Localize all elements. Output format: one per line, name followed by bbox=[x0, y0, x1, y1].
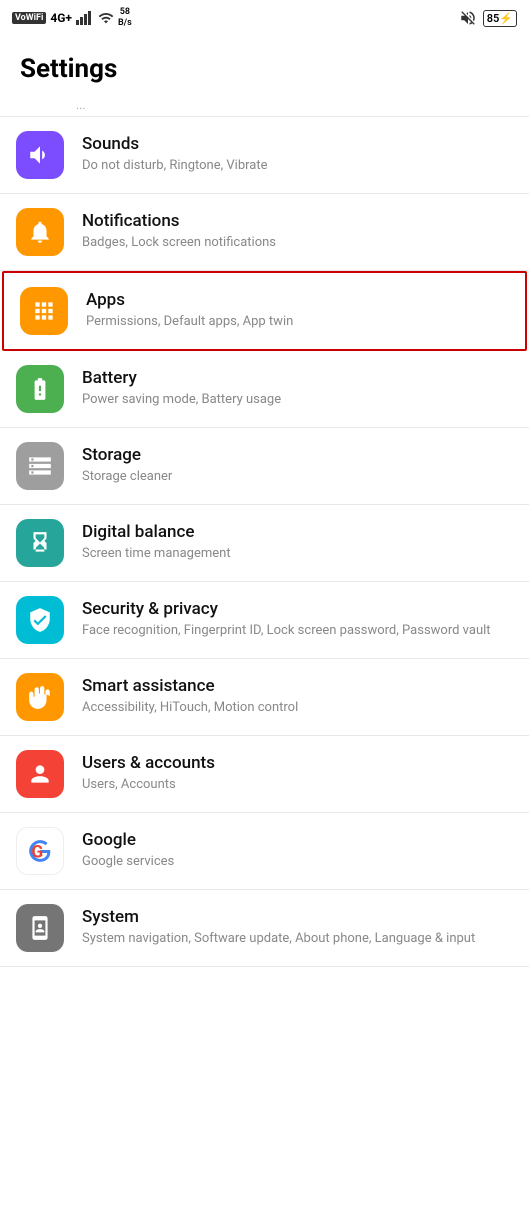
hourglass-icon bbox=[27, 530, 53, 556]
sounds-title: Sounds bbox=[82, 134, 513, 154]
sounds-text: Sounds Do not disturb, Ringtone, Vibrate bbox=[82, 134, 513, 175]
battery-icon bbox=[27, 376, 53, 402]
storage-text: Storage Storage cleaner bbox=[82, 445, 513, 486]
battery-indicator: 85 ⚡ bbox=[483, 10, 517, 27]
google-text: Google Google services bbox=[82, 830, 513, 871]
mute-icon bbox=[459, 9, 477, 27]
smart-assistance-title: Smart assistance bbox=[82, 676, 513, 696]
battery-text: Battery Power saving mode, Battery usage bbox=[82, 368, 513, 409]
battery-icon-wrapper bbox=[16, 365, 64, 413]
truncated-item: ... bbox=[0, 94, 529, 117]
settings-item-google[interactable]: G Google Google services bbox=[0, 813, 529, 890]
wifi-icon bbox=[98, 10, 114, 26]
system-subtitle: System navigation, Software update, Abou… bbox=[82, 930, 513, 948]
battery-title: Battery bbox=[82, 368, 513, 388]
apps-text: Apps Permissions, Default apps, App twin bbox=[86, 290, 509, 331]
person-icon bbox=[27, 761, 53, 787]
status-right: 85 ⚡ bbox=[459, 9, 517, 27]
signal-bars-icon bbox=[76, 10, 94, 26]
security-text: Security & privacy Face recognition, Fin… bbox=[82, 599, 513, 640]
notifications-text: Notifications Badges, Lock screen notifi… bbox=[82, 211, 513, 252]
sounds-icon-wrapper bbox=[16, 131, 64, 179]
smart-assistance-subtitle: Accessibility, HiTouch, Motion control bbox=[82, 699, 513, 717]
battery-subtitle: Power saving mode, Battery usage bbox=[82, 391, 513, 409]
hand-icon bbox=[27, 684, 53, 710]
google-subtitle: Google services bbox=[82, 853, 513, 871]
notifications-title: Notifications bbox=[82, 211, 513, 231]
bell-icon bbox=[27, 219, 53, 245]
storage-icon bbox=[27, 453, 53, 479]
digital-balance-title: Digital balance bbox=[82, 522, 513, 542]
storage-subtitle: Storage cleaner bbox=[82, 468, 513, 486]
google-title: Google bbox=[82, 830, 513, 850]
shield-icon bbox=[27, 607, 53, 633]
settings-item-users-accounts[interactable]: Users & accounts Users, Accounts bbox=[0, 736, 529, 813]
settings-item-digital-balance[interactable]: Digital balance Screen time management bbox=[0, 505, 529, 582]
settings-item-battery[interactable]: Battery Power saving mode, Battery usage bbox=[0, 351, 529, 428]
digital-balance-subtitle: Screen time management bbox=[82, 545, 513, 563]
smart-assistance-icon-wrapper bbox=[16, 673, 64, 721]
status-bar: VoWiFi 4G+ 58 B/s 85 ⚡ bbox=[0, 0, 529, 36]
users-icon-wrapper bbox=[16, 750, 64, 798]
settings-item-security[interactable]: Security & privacy Face recognition, Fin… bbox=[0, 582, 529, 659]
users-accounts-subtitle: Users, Accounts bbox=[82, 776, 513, 794]
status-left: VoWiFi 4G+ 58 B/s bbox=[12, 7, 132, 29]
signal-4g: 4G+ bbox=[50, 11, 72, 25]
google-icon-wrapper: G bbox=[16, 827, 64, 875]
security-icon-wrapper bbox=[16, 596, 64, 644]
settings-item-smart-assistance[interactable]: Smart assistance Accessibility, HiTouch,… bbox=[0, 659, 529, 736]
notifications-subtitle: Badges, Lock screen notifications bbox=[82, 234, 513, 252]
settings-list: Sounds Do not disturb, Ringtone, Vibrate… bbox=[0, 117, 529, 967]
apps-title: Apps bbox=[86, 290, 509, 310]
vowifi-label: VoWiFi bbox=[12, 12, 46, 24]
sounds-subtitle: Do not disturb, Ringtone, Vibrate bbox=[82, 157, 513, 175]
apps-subtitle: Permissions, Default apps, App twin bbox=[86, 313, 509, 331]
settings-item-system[interactable]: System System navigation, Software updat… bbox=[0, 890, 529, 967]
google-icon: G bbox=[27, 838, 53, 864]
digital-balance-icon-wrapper bbox=[16, 519, 64, 567]
settings-item-notifications[interactable]: Notifications Badges, Lock screen notifi… bbox=[0, 194, 529, 271]
security-subtitle: Face recognition, Fingerprint ID, Lock s… bbox=[82, 622, 513, 640]
volume-icon bbox=[27, 142, 53, 168]
storage-title: Storage bbox=[82, 445, 513, 465]
apps-icon-wrapper bbox=[20, 287, 68, 335]
settings-item-sounds[interactable]: Sounds Do not disturb, Ringtone, Vibrate bbox=[0, 117, 529, 194]
phone-info-icon bbox=[27, 915, 53, 941]
network-speed: 58 B/s bbox=[118, 7, 132, 29]
system-text: System System navigation, Software updat… bbox=[82, 907, 513, 948]
security-title: Security & privacy bbox=[82, 599, 513, 619]
notifications-icon-wrapper bbox=[16, 208, 64, 256]
system-icon-wrapper bbox=[16, 904, 64, 952]
storage-icon-wrapper bbox=[16, 442, 64, 490]
smart-assistance-text: Smart assistance Accessibility, HiTouch,… bbox=[82, 676, 513, 717]
digital-balance-text: Digital balance Screen time management bbox=[82, 522, 513, 563]
settings-item-apps[interactable]: Apps Permissions, Default apps, App twin bbox=[2, 271, 527, 351]
page-title: Settings bbox=[0, 36, 529, 94]
users-accounts-text: Users & accounts Users, Accounts bbox=[82, 753, 513, 794]
apps-icon bbox=[31, 298, 57, 324]
settings-item-storage[interactable]: Storage Storage cleaner bbox=[0, 428, 529, 505]
users-accounts-title: Users & accounts bbox=[82, 753, 513, 773]
svg-text:G: G bbox=[31, 843, 43, 863]
system-title: System bbox=[82, 907, 513, 927]
